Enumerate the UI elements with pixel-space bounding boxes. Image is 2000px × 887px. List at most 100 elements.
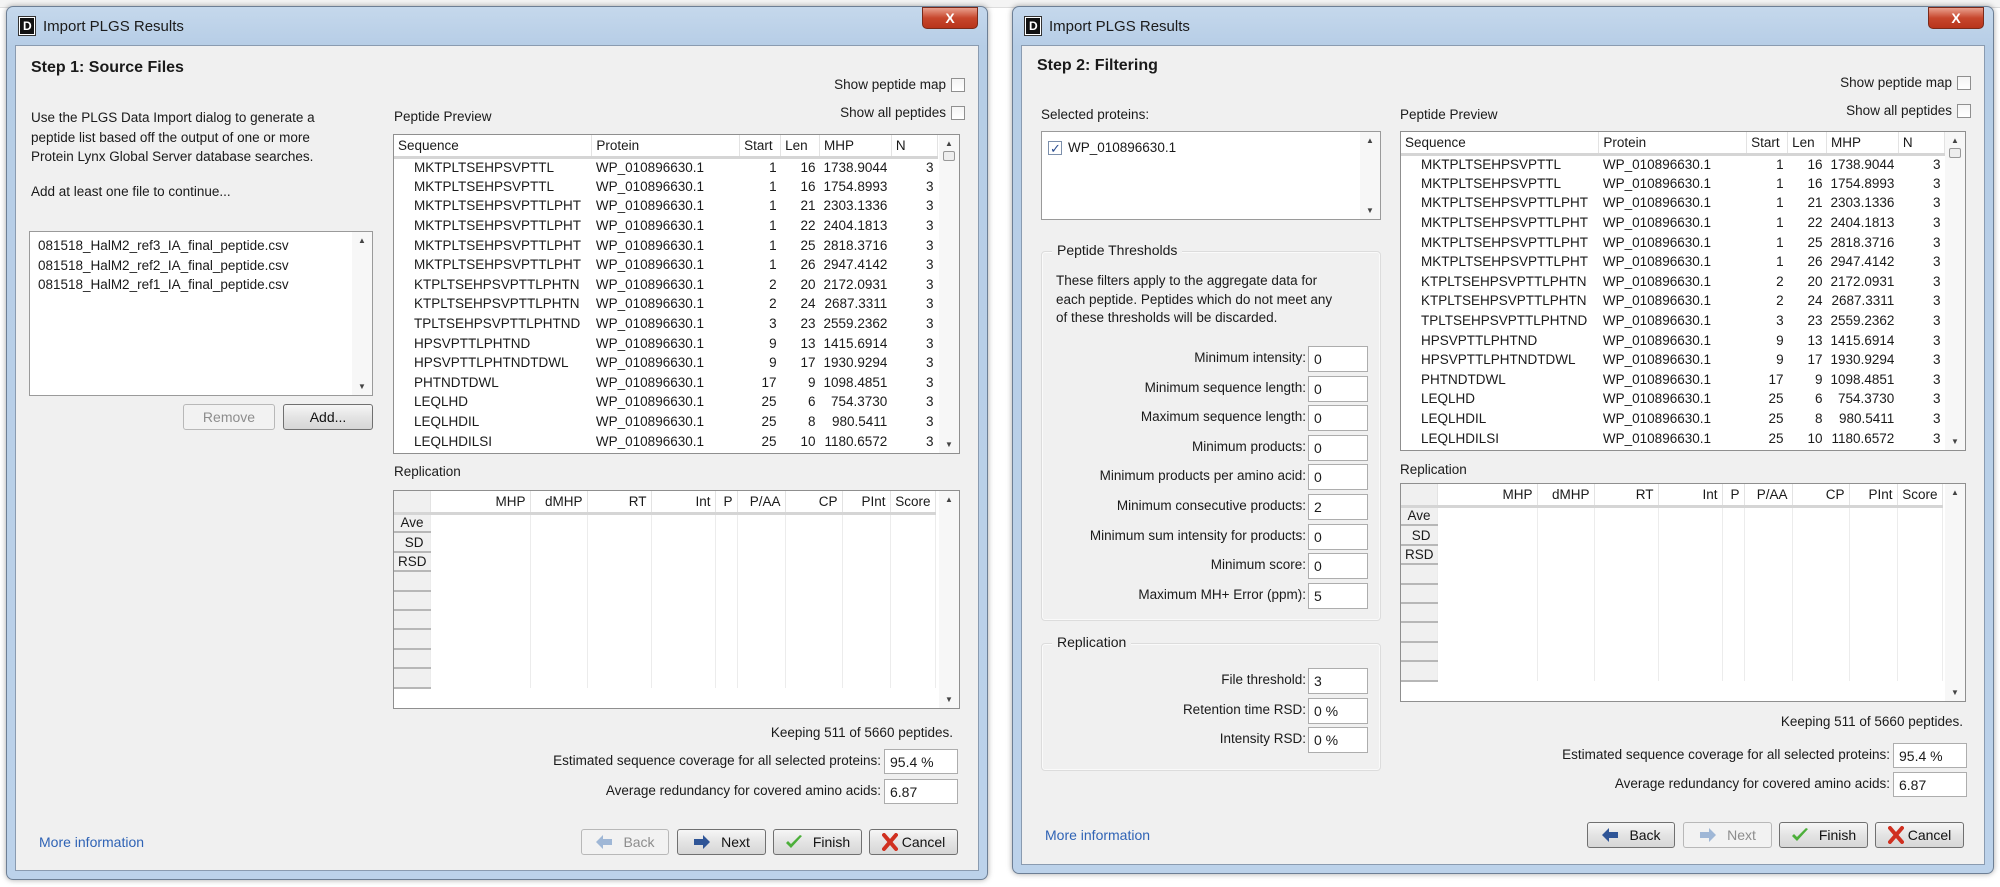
- threshold-input[interactable]: 0: [1308, 375, 1368, 402]
- table-row[interactable]: HPSVPTTLPHTNDTDWL WP_010896630.1 9 17 1930.9…: [394, 353, 938, 373]
- table-row[interactable]: LEQLHDIL WP_010896630.1 25 8 980.5411 3: [1401, 409, 1945, 429]
- scroll-thumb[interactable]: [1949, 148, 1961, 158]
- column-header[interactable]: dMHP: [1537, 484, 1595, 508]
- scroll-up-icon[interactable]: ▲: [939, 139, 959, 148]
- table-scrollbar[interactable]: ▲ ▼: [939, 135, 959, 453]
- back-button[interactable]: Back: [581, 829, 669, 855]
- table-row[interactable]: HPSVPTTLPHTND WP_010896630.1 9 13 1415.6914 3: [1401, 330, 1945, 350]
- column-header[interactable]: Score: [890, 491, 936, 515]
- table-row[interactable]: LEQLHD WP_010896630.1 25 6 754.3730 3: [1401, 389, 1945, 409]
- file-list-scrollbar[interactable]: ▲ ▼: [352, 232, 372, 395]
- scroll-down-icon[interactable]: ▼: [939, 695, 959, 704]
- more-information-link[interactable]: More information: [1045, 827, 1150, 843]
- table-row[interactable]: PHTNDTDWL WP_010896630.1 17 9 1098.4851 3: [1401, 370, 1945, 390]
- show-all-peptides-checkbox[interactable]: Show all peptides: [1846, 103, 1971, 119]
- checkbox-icon[interactable]: [951, 106, 965, 121]
- protein-checkbox[interactable]: [1048, 139, 1062, 159]
- table-row[interactable]: MKTPLTSEHPSVPTTLPHT WP_010896630.1 1 26 2947…: [394, 255, 938, 275]
- column-header[interactable]: Int: [651, 491, 716, 515]
- table-row[interactable]: TPLTSEHPSVPTTLPHTND WP_010896630.1 3 23 2559…: [394, 314, 938, 334]
- table-row[interactable]: MKTPLTSEHPSVPTTLPHT WP_010896630.1 1 22 2404…: [1401, 213, 1945, 233]
- table-row[interactable]: LEQLHDIL WP_010896630.1 25 8 980.5411 3: [394, 412, 938, 432]
- threshold-input[interactable]: 0: [1308, 346, 1368, 372]
- column-header[interactable]: MHP: [1826, 132, 1899, 156]
- table-row[interactable]: MKTPLTSEHPSVPTTL WP_010896630.1 1 16 1754.89…: [1401, 174, 1945, 194]
- scroll-down-icon[interactable]: ▼: [1945, 437, 1965, 446]
- file-list-item[interactable]: 081518_HalM2_ref2_IA_final_peptide.csv: [30, 256, 372, 276]
- table-scrollbar[interactable]: ▲ ▼: [939, 491, 959, 708]
- column-header[interactable]: Score: [1897, 484, 1943, 508]
- replication-table[interactable]: MHP dMHP RT Int P P/AA CP PInt Score Ave SD RSD ▲ ▼: [1400, 483, 1966, 702]
- show-peptide-map-checkbox[interactable]: Show peptide map: [834, 77, 965, 93]
- threshold-input[interactable]: 5: [1308, 582, 1368, 609]
- checkbox-icon[interactable]: [1957, 76, 1971, 91]
- show-peptide-map-checkbox[interactable]: Show peptide map: [1840, 75, 1971, 91]
- column-header[interactable]: Sequence: [1401, 132, 1600, 156]
- scroll-up-icon[interactable]: ▲: [1945, 488, 1965, 497]
- back-button[interactable]: Back: [1587, 822, 1675, 848]
- close-button[interactable]: X: [922, 7, 978, 29]
- column-header[interactable]: RT: [587, 491, 652, 515]
- scroll-up-icon[interactable]: ▲: [939, 495, 959, 504]
- column-header[interactable]: Sequence: [394, 135, 593, 159]
- file-list[interactable]: 081518_HalM2_ref3_IA_final_peptide.csv 0…: [29, 231, 373, 396]
- table-row[interactable]: LEQLHD WP_010896630.1 25 6 754.3730 3: [394, 392, 938, 412]
- threshold-input[interactable]: 0: [1308, 553, 1368, 580]
- scroll-thumb[interactable]: [943, 151, 955, 161]
- column-header[interactable]: Start: [739, 135, 782, 159]
- column-header[interactable]: P: [1722, 484, 1745, 508]
- show-all-peptides-checkbox[interactable]: Show all peptides: [840, 105, 965, 121]
- table-row[interactable]: LEQLHDILSI WP_010896630.1 25 10 1180.6572 3: [394, 431, 938, 451]
- column-header[interactable]: PInt: [1849, 484, 1898, 508]
- remove-button[interactable]: Remove: [183, 404, 275, 430]
- checkbox-icon[interactable]: [951, 78, 965, 93]
- table-row[interactable]: MKTPLTSEHPSVPTTLPHT WP_010896630.1 1 21 2303…: [394, 196, 938, 216]
- next-button[interactable]: Next: [1683, 822, 1772, 848]
- threshold-input[interactable]: 0: [1308, 464, 1368, 491]
- column-header[interactable]: N: [891, 135, 939, 159]
- table-row[interactable]: HPSVPTTLPHTNDTDWL WP_010896630.1 9 17 1930.9…: [1401, 350, 1945, 370]
- column-header[interactable]: MHP: [819, 135, 892, 159]
- table-row[interactable]: MKTPLTSEHPSVPTTLPHT WP_010896630.1 1 22 2404…: [394, 216, 938, 236]
- finish-button[interactable]: Finish: [773, 829, 862, 855]
- column-header[interactable]: Len: [780, 135, 821, 159]
- table-row[interactable]: KTPLTSEHPSVPTTLPHTN WP_010896630.1 2 20 2172…: [1401, 272, 1945, 292]
- threshold-input[interactable]: 2: [1308, 494, 1368, 520]
- table-row[interactable]: MKTPLTSEHPSVPTTL WP_010896630.1 1 16 1738.90…: [1401, 154, 1945, 174]
- threshold-input[interactable]: 0: [1308, 405, 1368, 432]
- title-bar[interactable]: Import PLGS Results X: [1013, 7, 1993, 45]
- column-header[interactable]: P/AA: [737, 491, 786, 515]
- table-scrollbar[interactable]: ▲ ▼: [1945, 484, 1965, 701]
- table-row[interactable]: MKTPLTSEHPSVPTTLPHT WP_010896630.1 1 21 2303…: [1401, 193, 1945, 213]
- scroll-down-icon[interactable]: ▼: [352, 382, 372, 391]
- table-row[interactable]: MKTPLTSEHPSVPTTL WP_010896630.1 1 16 1754.89…: [394, 177, 938, 197]
- column-header[interactable]: MHP: [430, 491, 531, 515]
- add-button[interactable]: Add...: [283, 404, 373, 430]
- table-row[interactable]: MKTPLTSEHPSVPTTLPHT WP_010896630.1 1 25 2818…: [1401, 232, 1945, 252]
- column-header[interactable]: N: [1898, 132, 1946, 156]
- selected-proteins-list[interactable]: WP_010896630.1 ▲▼: [1041, 131, 1381, 220]
- table-row[interactable]: MKTPLTSEHPSVPTTL WP_010896630.1 1 16 1738.90…: [394, 157, 938, 177]
- peptide-preview-table[interactable]: Sequence Protein Start Len MHP N MKTPLTSEHPSVP…: [393, 134, 960, 454]
- table-scrollbar[interactable]: ▲ ▼: [1945, 132, 1965, 450]
- scroll-down-icon[interactable]: ▼: [1945, 688, 1965, 697]
- column-header[interactable]: P/AA: [1744, 484, 1793, 508]
- threshold-input[interactable]: 0 %: [1308, 727, 1368, 754]
- more-information-link[interactable]: More information: [39, 834, 144, 850]
- close-button[interactable]: X: [1928, 7, 1984, 29]
- file-list-item[interactable]: 081518_HalM2_ref3_IA_final_peptide.csv: [30, 236, 372, 256]
- table-row[interactable]: MKTPLTSEHPSVPTTLPHT WP_010896630.1 1 25 2818…: [394, 235, 938, 255]
- scroll-up-icon[interactable]: ▲: [1360, 136, 1380, 145]
- column-header[interactable]: CP: [785, 491, 843, 515]
- threshold-input[interactable]: 0: [1308, 434, 1368, 461]
- threshold-input[interactable]: 3: [1308, 668, 1368, 694]
- file-list-item[interactable]: 081518_HalM2_ref1_IA_final_peptide.csv: [30, 275, 372, 295]
- scroll-up-icon[interactable]: ▲: [352, 236, 372, 245]
- finish-button[interactable]: Finish: [1779, 822, 1868, 848]
- protein-list-scrollbar[interactable]: ▲ ▼: [1360, 132, 1380, 219]
- column-header[interactable]: Start: [1746, 132, 1789, 156]
- table-row[interactable]: TPLTSEHPSVPTTLPHTND WP_010896630.1 3 23 2559…: [1401, 311, 1945, 331]
- next-button[interactable]: Next: [677, 829, 766, 855]
- column-header[interactable]: Protein: [1598, 132, 1748, 156]
- column-header[interactable]: Int: [1658, 484, 1723, 508]
